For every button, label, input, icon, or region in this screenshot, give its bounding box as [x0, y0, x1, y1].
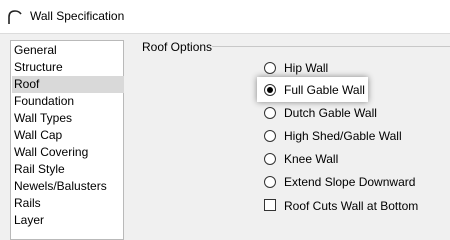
- radio-full-gable-wall[interactable]: [264, 84, 276, 96]
- checkbox-box[interactable]: [264, 199, 276, 211]
- sidebar-nav: General Structure Roof Foundation Wall T…: [10, 40, 124, 240]
- sidebar-item-rail-style[interactable]: Rail Style: [12, 161, 124, 178]
- sidebar-item-foundation[interactable]: Foundation: [12, 93, 124, 110]
- radio-hip-wall[interactable]: [264, 62, 276, 74]
- radio-knee-wall[interactable]: [264, 153, 276, 165]
- checkbox-label: Roof Cuts Wall at Bottom: [284, 199, 419, 213]
- sidebar-item-newels-balusters[interactable]: Newels/Balusters: [12, 178, 124, 195]
- arch-roof-icon: [8, 10, 22, 24]
- group-label-roof-options: Roof Options: [142, 40, 213, 54]
- group-divider: [212, 46, 450, 47]
- sidebar-item-general[interactable]: General: [12, 42, 124, 59]
- radio-high-shed-gable-wall[interactable]: [264, 130, 276, 142]
- option-label: Full Gable Wall: [284, 83, 365, 97]
- sidebar-item-rails[interactable]: Rails: [12, 195, 124, 212]
- radio-dutch-gable-wall[interactable]: [264, 107, 276, 119]
- sidebar-item-structure[interactable]: Structure: [12, 59, 124, 76]
- option-label: High Shed/Gable Wall: [284, 129, 402, 143]
- sidebar-item-roof[interactable]: Roof: [12, 76, 124, 93]
- option-label: Extend Slope Downward: [284, 175, 416, 189]
- title-bar: Wall Specification: [0, 0, 450, 34]
- option-label: Dutch Gable Wall: [284, 106, 377, 120]
- sidebar-item-layer[interactable]: Layer: [12, 212, 124, 229]
- sidebar-item-wall-cap[interactable]: Wall Cap: [12, 127, 124, 144]
- sidebar-item-wall-types[interactable]: Wall Types: [12, 110, 124, 127]
- radio-extend-slope-downward[interactable]: [264, 176, 276, 188]
- sidebar-item-wall-covering[interactable]: Wall Covering: [12, 144, 124, 161]
- option-label: Hip Wall: [284, 61, 329, 75]
- option-label: Knee Wall: [284, 152, 339, 166]
- window-title: Wall Specification: [30, 9, 125, 23]
